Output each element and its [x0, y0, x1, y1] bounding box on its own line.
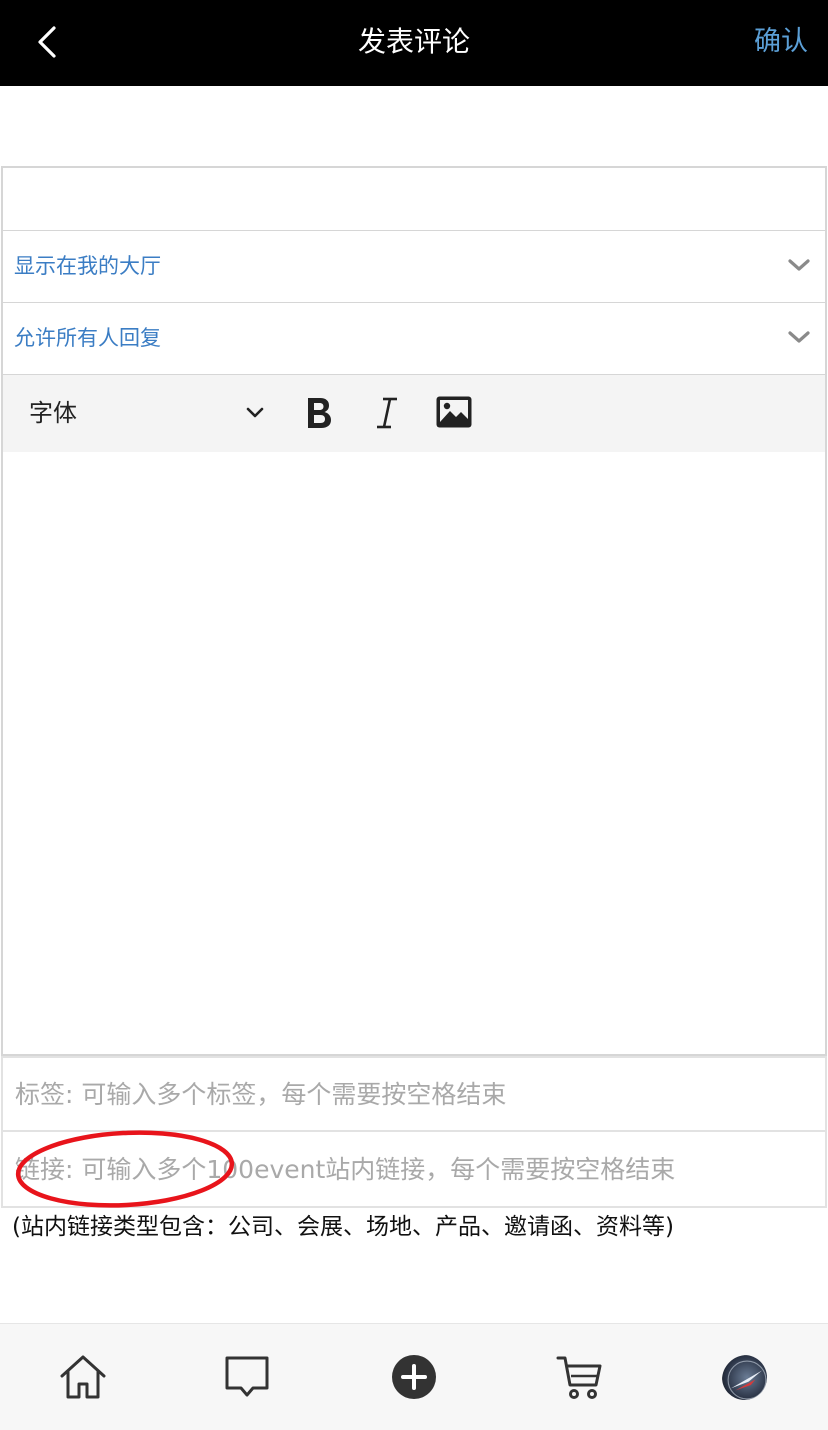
comment-editor[interactable]: [1, 452, 827, 1056]
italic-icon: [377, 397, 397, 429]
tags-input[interactable]: [3, 1058, 825, 1130]
title-field[interactable]: [1, 166, 827, 232]
top-nav-bar: 发表评论 确认: [0, 0, 828, 86]
italic-button[interactable]: [369, 393, 405, 433]
page-title: 发表评论: [357, 25, 470, 58]
link-types-note: (站内链接类型包含：公司、会展、场地、产品、邀请函、资料等): [12, 1214, 674, 1240]
font-select-label: 字体: [29, 399, 77, 427]
tags-field[interactable]: [1, 1056, 827, 1132]
cart-icon: [556, 1356, 602, 1399]
visibility-select-value: 显示在我的大厅: [14, 254, 161, 278]
tab-messages[interactable]: [222, 1352, 272, 1402]
tab-profile[interactable]: [722, 1355, 767, 1400]
tab-home[interactable]: [58, 1352, 108, 1402]
insert-image-button[interactable]: [435, 395, 473, 429]
avatar: [722, 1355, 767, 1400]
editor-toolbar: 字体: [1, 375, 827, 454]
confirm-button[interactable]: 确认: [754, 0, 808, 86]
reply-permission-value: 允许所有人回复: [14, 326, 161, 350]
chevron-down-icon: [788, 331, 810, 343]
tab-cart[interactable]: [555, 1352, 605, 1402]
title-input[interactable]: [3, 168, 825, 230]
font-select[interactable]: 字体: [29, 375, 269, 452]
chevron-down-icon: [788, 259, 810, 271]
home-icon: [60, 1355, 106, 1399]
tab-add[interactable]: [389, 1352, 439, 1402]
bottom-tab-bar: [0, 1323, 828, 1430]
image-icon: [436, 396, 472, 428]
bold-icon: [308, 398, 331, 428]
add-circle-icon: [392, 1355, 436, 1399]
links-field[interactable]: [1, 1132, 827, 1208]
bold-button[interactable]: [301, 393, 337, 433]
message-icon: [225, 1356, 269, 1397]
chevron-down-icon: [246, 407, 264, 418]
reply-permission-select[interactable]: 允许所有人回复: [1, 303, 827, 376]
visibility-select[interactable]: 显示在我的大厅: [1, 231, 827, 304]
links-input[interactable]: [3, 1132, 825, 1206]
